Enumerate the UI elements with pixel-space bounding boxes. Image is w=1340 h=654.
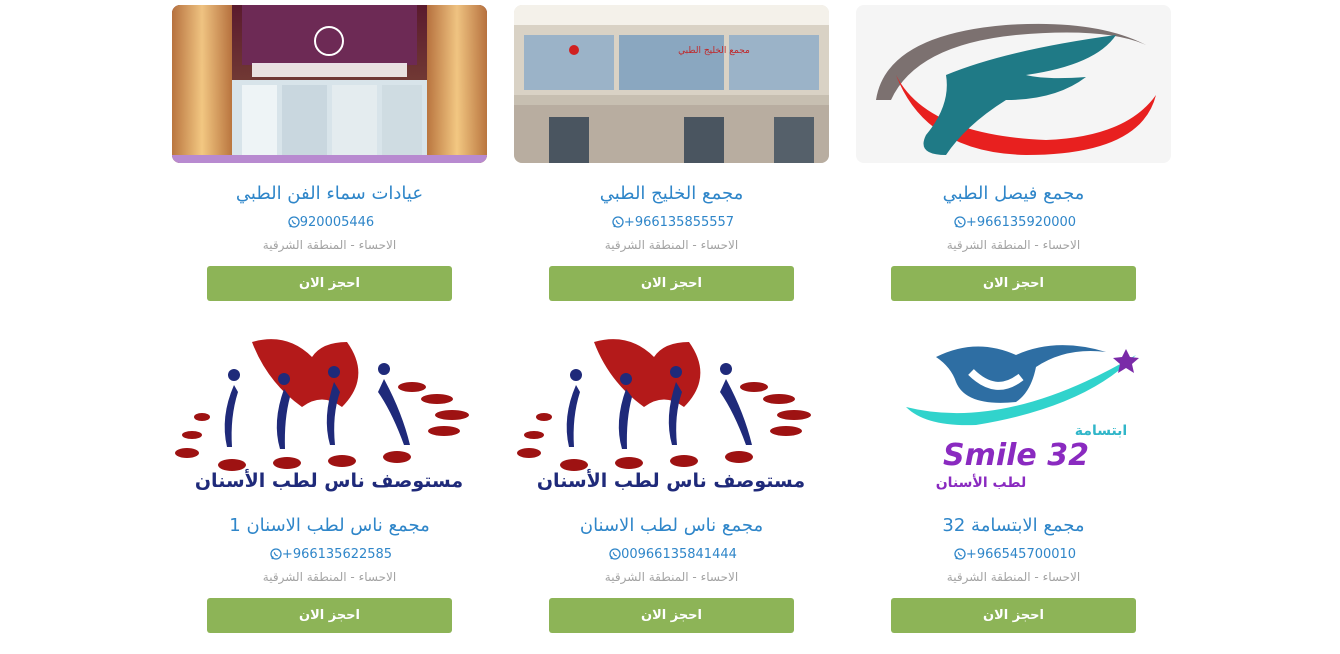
clinic-card: مجمع فيصل الطبي +966135920000 الاحساء - … bbox=[856, 5, 1171, 337]
clinic-card: مستوصف ناس لطب الأسنان مجمع ناس لطب الاس… bbox=[514, 337, 829, 654]
clinic-location: الاحساء - المنطقة الشرقية bbox=[604, 238, 739, 252]
clinic-phone-number: +966135855557 bbox=[623, 215, 735, 230]
tooth-people-logo: مستوصف ناس لطب الأسنان bbox=[514, 337, 829, 495]
clinic-phone[interactable]: 00966135841444 bbox=[514, 547, 829, 563]
clinic-location: الاحساء - المنطقة الشرقية bbox=[262, 238, 397, 252]
logo-text: مستوصف ناس لطب الأسنان bbox=[537, 469, 805, 492]
book-now-button[interactable]: احجز الان bbox=[207, 266, 452, 301]
book-now-button[interactable]: احجز الان bbox=[549, 266, 794, 301]
whatsapp-icon bbox=[609, 548, 621, 565]
clinic-image[interactable]: مستوصف ناس لطب الأسنان bbox=[172, 337, 487, 495]
whatsapp-icon bbox=[954, 548, 966, 565]
whatsapp-icon bbox=[270, 548, 282, 565]
logo-text: مستوصف ناس لطب الأسنان bbox=[195, 469, 463, 492]
book-now-button[interactable]: احجز الان bbox=[549, 598, 794, 633]
clinic-phone-number: +966135920000 bbox=[965, 215, 1077, 230]
building-sign-text: مجمع الخليج الطبي bbox=[678, 46, 750, 56]
clinic-image[interactable]: مجمع الخليج الطبي bbox=[514, 5, 829, 163]
whatsapp-icon bbox=[954, 216, 966, 233]
clinic-name[interactable]: مجمع الخليج الطبي bbox=[514, 183, 829, 205]
clinic-name[interactable]: مجمع ناس لطب الاسنان 1 bbox=[172, 515, 487, 537]
clinic-phone-number: +966135622585 bbox=[281, 547, 393, 562]
clinics-grid: عيادات سماء الفن الطبي 920005446 الاحساء… bbox=[172, 5, 1171, 654]
clinic-card: مجمع الخليج الطبي مجمع الخليج الطبي +966… bbox=[514, 5, 829, 337]
clinic-location: الاحساء - المنطقة الشرقية bbox=[946, 238, 1081, 252]
clinic-name[interactable]: عيادات سماء الفن الطبي bbox=[172, 183, 487, 205]
whatsapp-icon bbox=[288, 216, 300, 233]
f-swoosh-logo bbox=[856, 5, 1171, 163]
book-now-button[interactable]: احجز الان bbox=[891, 598, 1136, 633]
clinic-phone[interactable]: 920005446 bbox=[172, 215, 487, 231]
clinic-location: الاحساء - المنطقة الشرقية bbox=[262, 570, 397, 584]
logo-subtext: لطب الأسنان bbox=[936, 474, 1027, 491]
clinic-image[interactable]: ابتسامة Smile 32 لطب الأسنان bbox=[856, 337, 1171, 495]
logo-text: Smile 32 bbox=[943, 438, 1089, 473]
clinic-phone-number: +966545700010 bbox=[965, 547, 1077, 562]
clinic-card: ابتسامة Smile 32 لطب الأسنان مجمع الابتس… bbox=[856, 337, 1171, 654]
book-now-button[interactable]: احجز الان bbox=[207, 598, 452, 633]
logo-arabic: ابتسامة bbox=[1075, 423, 1127, 439]
building-photo: مجمع الخليج الطبي bbox=[514, 5, 829, 163]
book-now-button[interactable]: احجز الان bbox=[891, 266, 1136, 301]
clinic-phone-number: 00966135841444 bbox=[621, 547, 737, 562]
clinic-location: الاحساء - المنطقة الشرقية bbox=[946, 570, 1081, 584]
clinic-image[interactable] bbox=[856, 5, 1171, 163]
clinic-card: عيادات سماء الفن الطبي 920005446 الاحساء… bbox=[172, 5, 487, 337]
clinic-phone[interactable]: +966135855557 bbox=[514, 215, 829, 231]
clinic-name[interactable]: مجمع فيصل الطبي bbox=[856, 183, 1171, 205]
clinic-phone[interactable]: +966135622585 bbox=[172, 547, 487, 563]
storefront-photo bbox=[172, 5, 487, 163]
clinic-phone[interactable]: +966545700010 bbox=[856, 547, 1171, 563]
clinic-image[interactable]: مستوصف ناس لطب الأسنان bbox=[514, 337, 829, 495]
clinic-phone-number: 920005446 bbox=[299, 215, 375, 230]
tooth-people-logo: مستوصف ناس لطب الأسنان bbox=[172, 337, 487, 495]
whatsapp-icon bbox=[612, 216, 624, 233]
clinic-location: الاحساء - المنطقة الشرقية bbox=[604, 570, 739, 584]
clinic-phone[interactable]: +966135920000 bbox=[856, 215, 1171, 231]
clinic-image[interactable] bbox=[172, 5, 487, 163]
clinic-name[interactable]: مجمع الابتسامة 32 bbox=[856, 515, 1171, 537]
smile-32-logo: ابتسامة Smile 32 لطب الأسنان bbox=[856, 337, 1171, 495]
clinic-card: مستوصف ناس لطب الأسنان مجمع ناس لطب الاس… bbox=[172, 337, 487, 654]
clinic-name[interactable]: مجمع ناس لطب الاسنان bbox=[514, 515, 829, 537]
